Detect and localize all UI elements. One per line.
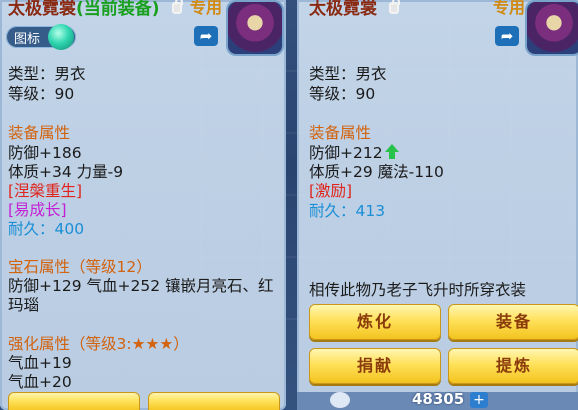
equip-attr-header: 装备属性 xyxy=(309,124,372,142)
icon-toggle[interactable]: 图标 xyxy=(6,24,76,50)
gem-attr-line: 玛瑙 xyxy=(8,296,40,314)
stat-up-arrow-icon xyxy=(384,144,399,159)
durability-label: 耐久： xyxy=(309,202,356,220)
enhance-attr-header: 强化属性（等级3:★★★） xyxy=(8,335,189,353)
currency-icon xyxy=(330,392,350,408)
defense-stat: 防御+212 xyxy=(309,144,383,162)
share-icon[interactable]: ➦ xyxy=(495,26,519,46)
durability-value: 413 xyxy=(355,202,386,220)
lock-icon[interactable] xyxy=(172,0,183,14)
compare-item-card: 太极霓裳 专用 ➦ 类型：男衣 等级：90 装备属性 防御+212 体质+29 … xyxy=(297,0,578,410)
current-equip-tag: (当前装备) xyxy=(76,0,160,19)
special-skill: [易成长] xyxy=(8,201,67,219)
add-currency-button[interactable]: + xyxy=(470,392,488,408)
donate-button[interactable]: 捐献 xyxy=(309,348,441,384)
item-name: 太极霓裳 xyxy=(8,0,76,19)
gem-attr-header: 宝石属性（等级12） xyxy=(8,258,152,276)
item-name: 太极霓裳 xyxy=(309,0,377,19)
currency-amount: 48305 xyxy=(412,390,465,408)
base-stats: 体质+34 力量-9 xyxy=(8,163,124,181)
item-type: 类型：男衣 xyxy=(309,65,387,83)
defense-stat: 防御+186 xyxy=(8,144,82,162)
lock-icon[interactable] xyxy=(389,0,400,14)
item-icon xyxy=(527,2,578,54)
exclusive-label: 专用 xyxy=(190,0,223,17)
equip-attr-header: 装备属性 xyxy=(8,124,71,142)
durability: 耐久：400 xyxy=(8,220,84,238)
equip-button[interactable]: 装备 xyxy=(448,304,578,340)
exclusive-label: 专用 xyxy=(493,0,526,17)
equipped-item-card: 太极霓裳(当前装备) 专用 ➦ 图标 类型：男衣 等级：90 装备属性 防御+1… xyxy=(0,0,286,410)
enhance-attr-line: 气血+20 xyxy=(8,373,72,391)
item-level: 等级：90 xyxy=(309,85,376,103)
item-icon xyxy=(228,2,282,54)
base-stats: 体质+29 魔法-110 xyxy=(309,163,444,181)
left-action-button[interactable] xyxy=(8,392,140,410)
special-effect: [涅槃重生] xyxy=(8,182,83,200)
item-title: 太极霓裳(当前装备) xyxy=(8,0,160,19)
durability-label: 耐久： xyxy=(8,220,55,238)
left-action-button[interactable] xyxy=(148,392,280,410)
extract-button[interactable]: 提炼 xyxy=(448,348,578,384)
share-icon[interactable]: ➦ xyxy=(194,26,218,46)
gem-attr-line: 防御+129 气血+252 镶嵌月亮石、红 xyxy=(8,277,274,295)
enhance-attr-line: 气血+19 xyxy=(8,354,72,372)
special-effect: [激励] xyxy=(309,182,353,200)
defense-stat-row: 防御+212 xyxy=(309,144,399,162)
item-level: 等级：90 xyxy=(8,85,75,103)
durability-value: 400 xyxy=(54,220,85,238)
item-type: 类型：男衣 xyxy=(8,65,86,83)
toggle-label: 图标 xyxy=(14,32,41,47)
item-description: 相传此物乃老子飞升时所穿衣装 xyxy=(309,281,527,299)
toggle-knob[interactable] xyxy=(48,24,74,50)
refine-button[interactable]: 炼化 xyxy=(309,304,441,340)
durability: 耐久：413 xyxy=(309,202,385,220)
